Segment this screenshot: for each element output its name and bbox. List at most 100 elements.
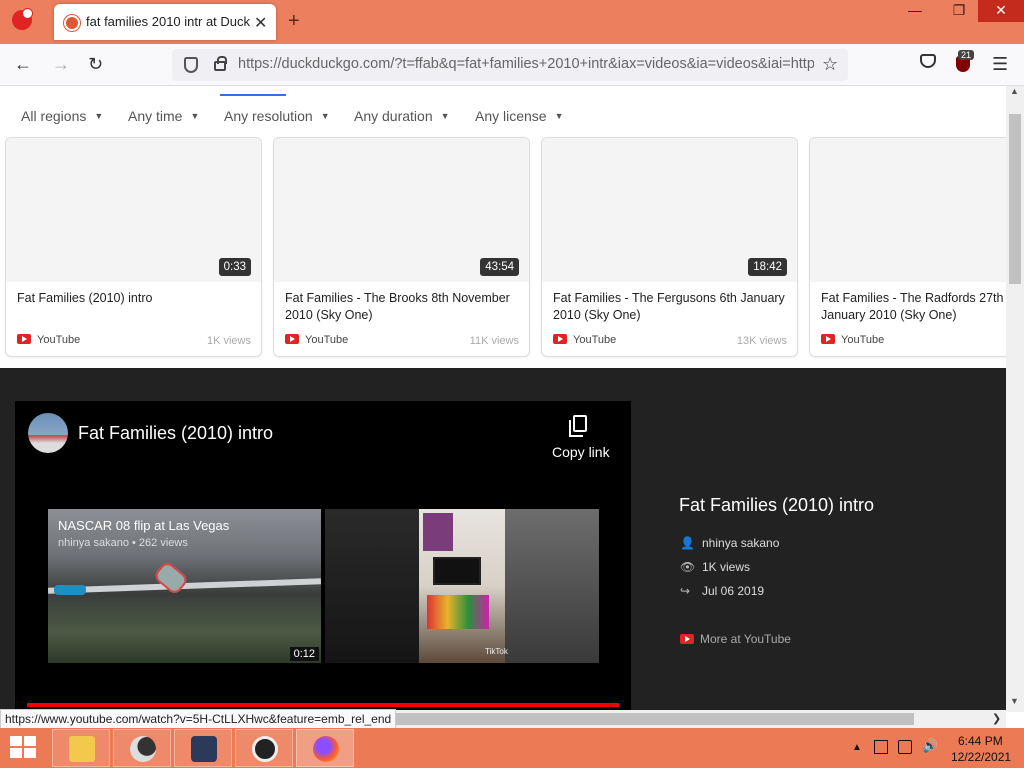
related-video-thumbnail[interactable]: NASCAR 08 flip at Las Vegas nhinya sakan… [48,509,321,663]
vertical-scrollbar[interactable]: ▲ ▼ [1006,86,1024,712]
vertical-scroll-thumb[interactable] [1009,114,1021,284]
video-title[interactable]: Fat Families - The Brooks 8th November 2… [285,290,525,324]
related-video-meta: nhinya sakano • 262 views [58,537,188,549]
channel-avatar[interactable] [28,413,68,453]
wall-poster [423,513,453,551]
chevron-down-icon: ▼ [190,111,200,121]
bookmark-star-icon[interactable]: ☆ [822,54,838,75]
back-button[interactable]: ← [14,54,32,75]
video-result-card[interactable]: Fat Families - The Radfords 27th January… [809,137,1006,357]
filter-resolution-label: Any resolution [224,108,313,124]
user-icon: 👤 [680,536,695,550]
action-center-flag-icon[interactable] [874,740,888,754]
window-close-button[interactable]: ✕ [978,0,1024,22]
show-hidden-icons-icon[interactable]: ▲ [852,742,862,753]
player-video-title[interactable]: Fat Families (2010) intro [78,423,273,444]
new-tab-button[interactable]: + [288,10,300,33]
filter-time[interactable]: Any time ▼ [128,108,199,124]
video-source-label: YouTube [573,334,617,346]
taskbar-file-explorer[interactable] [52,729,110,767]
video-title[interactable]: Fat Families (2010) intro [17,290,257,307]
related-video-thumbnail[interactable]: TikTok [325,509,599,663]
scroll-down-arrow-icon[interactable]: ▼ [1010,696,1019,706]
ublock-count-badge: 21 [958,50,975,60]
lock-icon[interactable] [214,56,227,71]
toy-pile [427,595,489,629]
video-source: YouTube [17,334,80,346]
video-duration: 0:33 [218,258,251,276]
restore-button[interactable]: ❐ [942,0,976,22]
url-text[interactable]: https://duckduckgo.com/?t=ffab&q=fat+fam… [238,56,814,72]
video-views: 1K views [206,335,251,347]
taskbar-app-badge[interactable] [235,729,293,767]
video-progress-bar[interactable] [27,703,619,707]
video-views: 13K views [736,335,787,347]
browser-tab-active[interactable]: fat families 2010 intr at DuckDuckGo ✕ [54,4,276,40]
video-detail-panel: Fat Families (2010) intro Copy link NASC… [0,368,1006,710]
video-result-card[interactable]: 43:54 Fat Families - The Brooks 8th Nove… [273,137,530,357]
embedded-video-player[interactable]: Fat Families (2010) intro Copy link NASC… [15,401,631,710]
start-button[interactable] [10,736,38,760]
taskbar-clock-date[interactable]: 12/22/2021 [951,750,1011,764]
filter-license-label: Any license [475,108,547,124]
minimize-button[interactable]: — [898,0,932,22]
tracking-protection-shield-icon[interactable] [184,57,198,73]
video-duration: 43:54 [480,258,519,276]
duckduckgo-favicon-icon [64,15,80,31]
filter-license[interactable]: Any license ▼ [475,108,564,124]
volume-icon[interactable]: 🔊 [922,738,938,753]
scroll-right-arrow-icon[interactable]: ❯ [992,712,1001,725]
flipping-car [152,559,190,597]
reload-button[interactable]: ↻ [88,54,103,75]
video-source-label: YouTube [37,334,81,346]
forward-button[interactable]: → [52,54,70,75]
filter-duration-label: Any duration [354,108,433,124]
firefox-icon [313,736,339,762]
badge-logo-icon [252,736,278,762]
detail-views: 👁 1K views [680,560,750,574]
detail-date-text: Jul 06 2019 [702,584,765,598]
scroll-up-arrow-icon[interactable]: ▲ [1010,86,1019,96]
address-bar[interactable]: https://duckduckgo.com/?t=ffab&q=fat+fam… [172,49,848,81]
copy-link-button[interactable]: Copy link [552,444,610,460]
windows-logo-icon [10,736,22,746]
filter-region[interactable]: All regions ▼ [21,108,103,124]
url-host: https://duckduckgo.com [238,56,391,72]
video-title[interactable]: Fat Families - The Fergusons 6th January… [553,290,793,324]
taskbar-clock-time[interactable]: 6:44 PM [958,734,1003,748]
eye-icon: 👁 [680,560,696,574]
detail-views-text: 1K views [702,560,751,574]
network-icon[interactable] [898,740,912,754]
filter-duration[interactable]: Any duration ▼ [354,108,450,124]
race-car [54,585,86,595]
hamburger-menu-icon[interactable]: ☰ [992,54,1008,75]
more-at-youtube-label: More at YouTube [700,632,791,646]
taskbar-app-shield[interactable] [174,729,232,767]
video-source: YouTube [821,334,884,346]
video-source-label: YouTube [841,334,885,346]
web-page: All regions ▼ Any time ▼ Any resolution ▼ A… [0,86,1006,710]
windows-logo-icon [10,748,22,758]
windows-logo-icon [24,736,36,746]
video-result-card[interactable]: 18:42 Fat Families - The Fergusons 6th J… [541,137,798,357]
more-at-youtube-link[interactable]: More at YouTube [680,632,791,646]
tab-close-icon[interactable]: ✕ [254,13,267,33]
filter-resolution[interactable]: Any resolution ▼ [224,108,330,124]
video-source: YouTube [285,334,348,346]
taskbar-firefox[interactable] [296,729,354,767]
shield-emblem-icon [191,736,217,762]
audio-playing-icon[interactable] [12,8,33,30]
chevron-down-icon: ▼ [554,111,564,121]
related-video-duration: 0:12 [289,647,319,661]
copy-icon[interactable] [569,415,587,437]
navigation-bar: ← → ↻ https://duckduckgo.com/?t=ffab&q=f… [0,44,1024,86]
detail-video-title: Fat Families (2010) intro [679,495,875,515]
taskbar-app-moon[interactable] [113,729,171,767]
video-title[interactable]: Fat Families - The Radfords 27th January… [821,290,1006,324]
status-bar-url: https://www.youtube.com/watch?v=5H-CtLLX… [0,709,397,729]
video-result-card[interactable]: 0:33 Fat Families (2010) intro YouTube 1… [5,137,262,357]
crescent-moon-icon [130,736,156,762]
video-thumbnail[interactable] [810,138,1006,282]
related-video-title: NASCAR 08 flip at Las Vegas [58,518,230,533]
thumbnail-left-panel [325,509,419,663]
